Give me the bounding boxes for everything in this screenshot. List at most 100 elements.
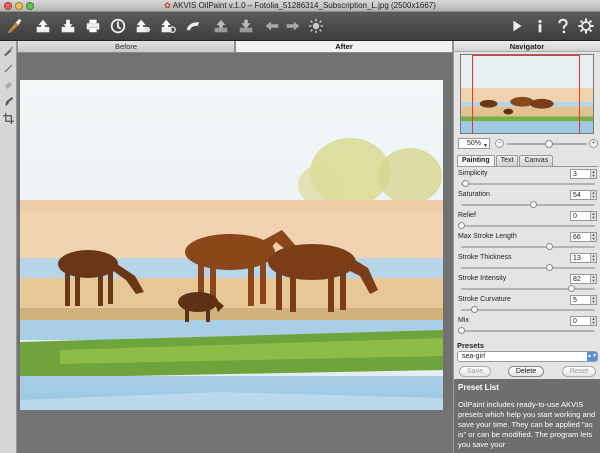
batch-process-button[interactable] [108, 16, 128, 36]
gear-button[interactable] [576, 16, 596, 36]
simplicity-slider[interactable] [461, 180, 595, 187]
brush-tool[interactable] [2, 44, 15, 57]
info-button[interactable] [530, 16, 550, 36]
slider-knob[interactable] [471, 306, 479, 313]
stepper-icon[interactable]: ▲ ▼ [590, 233, 596, 241]
slider-knob[interactable] [546, 243, 554, 250]
painted-image [20, 80, 443, 453]
stepper-icon[interactable]: ▲ ▼ [590, 275, 596, 283]
stepper-icon[interactable]: ▲ ▼ [590, 170, 596, 178]
preferences-button[interactable] [158, 16, 178, 36]
slider-knob[interactable] [462, 180, 470, 187]
stroke-intensity-field[interactable]: 82 ▲ ▼ [570, 274, 597, 284]
relief-field[interactable]: 0 ▲ ▼ [570, 211, 597, 221]
tab-painting[interactable]: Painting [457, 155, 495, 166]
share-button[interactable] [133, 16, 153, 36]
redo-button[interactable] [236, 16, 256, 36]
slider-knob[interactable] [567, 285, 575, 292]
zoom-out-button[interactable]: − [495, 139, 504, 148]
navigator-preview[interactable] [460, 54, 594, 134]
navigator-viewport-frame[interactable] [472, 55, 580, 133]
param-mix: Mix 0 ▲ ▼ [457, 316, 598, 336]
preferences-icon [161, 19, 176, 33]
param-simplicity: Simplicity 3 ▲ ▼ [457, 169, 598, 189]
simplicity-field[interactable]: 3 ▲ ▼ [570, 169, 597, 179]
print-button[interactable] [83, 16, 103, 36]
brush-tool-icon [3, 45, 14, 56]
param-value: 0 [573, 318, 577, 325]
minimize-window-button[interactable] [15, 2, 23, 10]
max-stroke-length-field[interactable]: 66 ▲ ▼ [570, 232, 597, 242]
title-bar: ✿ AKVIS OilPaint v.1.0 – Fotolia_51286314… [0, 0, 600, 12]
zoom-select[interactable]: 50% ▼ [458, 138, 490, 149]
stepper-icon[interactable]: ▲ ▼ [590, 212, 596, 220]
stroke-intensity-slider[interactable] [461, 285, 595, 292]
tab-canvas[interactable]: Canvas [519, 155, 554, 166]
stroke-curvature-field[interactable]: 5 ▲ ▼ [570, 295, 597, 305]
crop-tool[interactable] [2, 112, 15, 125]
settings-sun-button[interactable] [306, 16, 326, 36]
relief-slider[interactable] [458, 222, 595, 229]
mix-slider[interactable] [458, 327, 595, 334]
slider-knob[interactable] [530, 201, 538, 208]
zoom-window-button[interactable] [26, 2, 34, 10]
param-value: 66 [573, 234, 581, 241]
param-value: 82 [573, 276, 581, 283]
apply-button[interactable] [183, 16, 203, 36]
zoom-slider[interactable] [507, 140, 587, 148]
image-canvas[interactable] [17, 53, 453, 453]
slider-knob[interactable] [458, 327, 465, 334]
delete-preset-button[interactable]: Delete [508, 366, 544, 377]
saturation-field[interactable]: 54 ▲ ▼ [570, 190, 597, 200]
back-button[interactable] [262, 16, 282, 36]
run-button[interactable] [507, 16, 527, 36]
stroke-thickness-field[interactable]: 13 ▲ ▼ [570, 253, 597, 263]
mix-field[interactable]: 0 ▲ ▼ [570, 316, 597, 326]
stroke-curvature-slider[interactable] [461, 306, 595, 313]
slider-knob[interactable] [458, 222, 465, 229]
undo-button[interactable] [211, 16, 231, 36]
tab-text[interactable]: Text [495, 155, 519, 166]
help-text: OilPaint includes ready-to-use AKVIS pre… [458, 400, 596, 449]
open-file-icon [36, 19, 50, 33]
pencil-tool-icon [3, 64, 13, 73]
tab-after[interactable]: After [235, 41, 453, 53]
stepper-icon[interactable]: ▲ ▼ [590, 191, 596, 199]
painting-parameters: Simplicity 3 ▲ ▼ Saturation 54 ▲ ▼ Relief 0 ▲ ▼ Max … [457, 166, 598, 346]
param-stroke-curvature: Stroke Curvature 5 ▲ ▼ [457, 295, 598, 315]
preset-select[interactable]: sea-girl ▲▼ [457, 351, 598, 362]
reset-preset-button[interactable]: Reset [562, 366, 596, 377]
help-button[interactable] [553, 16, 573, 36]
tab-before[interactable]: Before [17, 41, 235, 53]
stepper-icon[interactable]: ▲ ▼ [590, 317, 596, 325]
navigator-title: Navigator [454, 41, 600, 52]
stepper-icon[interactable]: ▲ ▼ [590, 254, 596, 262]
pencil-tool[interactable] [2, 61, 15, 74]
open-file-button[interactable] [33, 16, 53, 36]
save-file-button[interactable] [58, 16, 78, 36]
max-stroke-length-slider[interactable] [461, 243, 595, 250]
stepper-icon[interactable]: ▲ ▼ [590, 296, 596, 304]
paint-brush-button[interactable] [4, 16, 24, 36]
param-label: Mix [458, 317, 469, 324]
param-label: Max Stroke Length [458, 233, 517, 240]
app-logo-icon: ✿ [164, 1, 171, 10]
tool-column [0, 41, 17, 453]
eraser-tool[interactable] [2, 78, 15, 91]
zoom-in-button[interactable]: + [589, 139, 598, 148]
param-label: Saturation [458, 191, 490, 198]
forward-button[interactable] [283, 16, 303, 36]
param-value: 13 [573, 255, 581, 262]
zoom-slider-knob[interactable] [544, 140, 553, 148]
run-icon [513, 20, 522, 32]
close-window-button[interactable] [4, 2, 12, 10]
stroke-thickness-slider[interactable] [461, 264, 595, 271]
settings-panel: Navigator 50% ▼ − + Painting Text Canvas Si… [453, 41, 600, 453]
apply-icon [186, 22, 200, 31]
slider-knob[interactable] [546, 264, 554, 271]
saturation-slider[interactable] [461, 201, 595, 208]
smudge-tool[interactable] [2, 95, 15, 108]
save-preset-button[interactable]: Save [459, 366, 491, 377]
param-stroke-intensity: Stroke Intensity 82 ▲ ▼ [457, 274, 598, 294]
gear-icon [578, 18, 594, 34]
